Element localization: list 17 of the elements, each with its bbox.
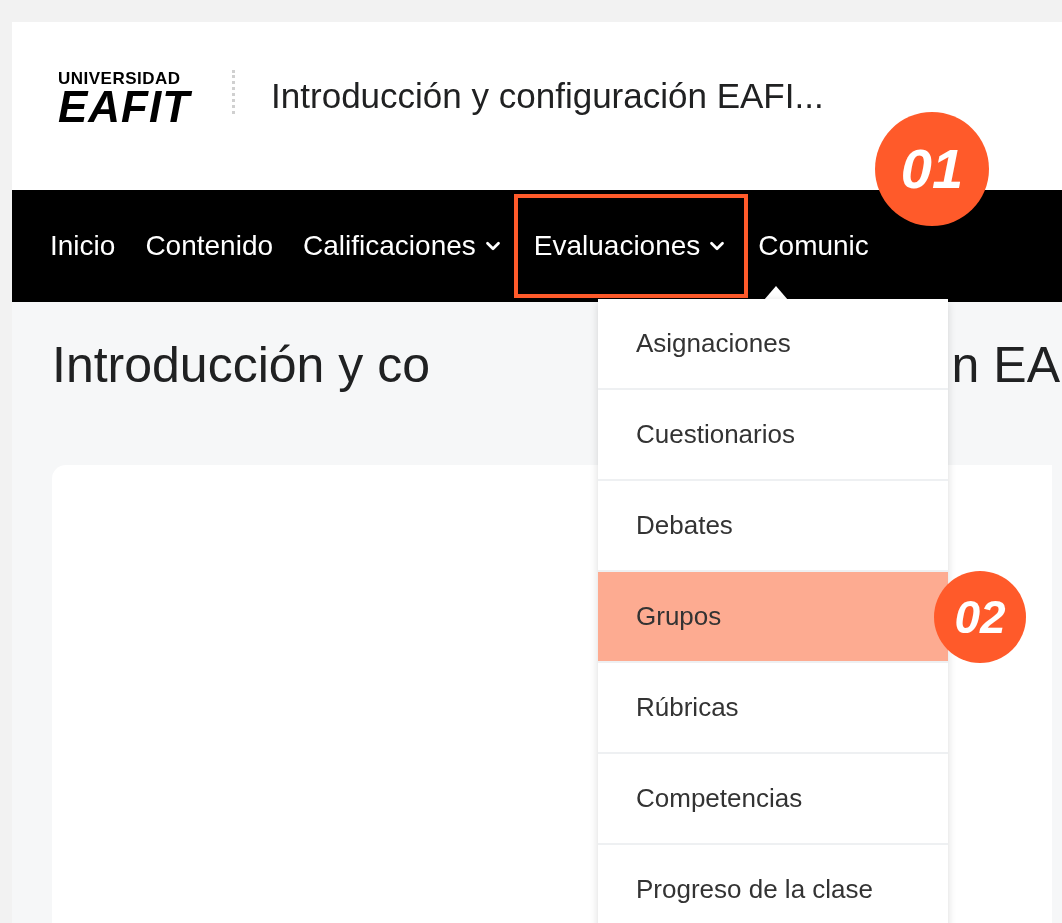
page-heading: Introducción y co <box>52 335 430 395</box>
course-title: Introducción y configuración EAFI... <box>271 78 824 113</box>
nav-item[interactable]: Calificaciones <box>303 232 504 260</box>
menu-item[interactable]: Progreso de la clase <box>598 845 948 923</box>
nav-item[interactable]: Inicio <box>50 232 116 260</box>
menu-item[interactable]: Rúbricas <box>598 663 948 754</box>
nav-item[interactable]: Evaluaciones <box>513 194 749 298</box>
menu-item[interactable]: Grupos <box>598 572 948 663</box>
callout-marker: 01 <box>875 112 989 226</box>
menu-item[interactable]: Asignaciones <box>598 299 948 390</box>
menu-item[interactable]: Cuestionarios <box>598 390 948 481</box>
menu-item[interactable]: Competencias <box>598 754 948 845</box>
page-heading: n EA <box>951 335 1060 395</box>
menu-item[interactable]: Debates <box>598 481 948 572</box>
nav-item[interactable]: Contenido <box>145 232 274 260</box>
nav-item[interactable]: Comunic <box>758 232 869 260</box>
university-logo[interactable]: UNIVERSIDAD EAFIT <box>58 70 191 129</box>
